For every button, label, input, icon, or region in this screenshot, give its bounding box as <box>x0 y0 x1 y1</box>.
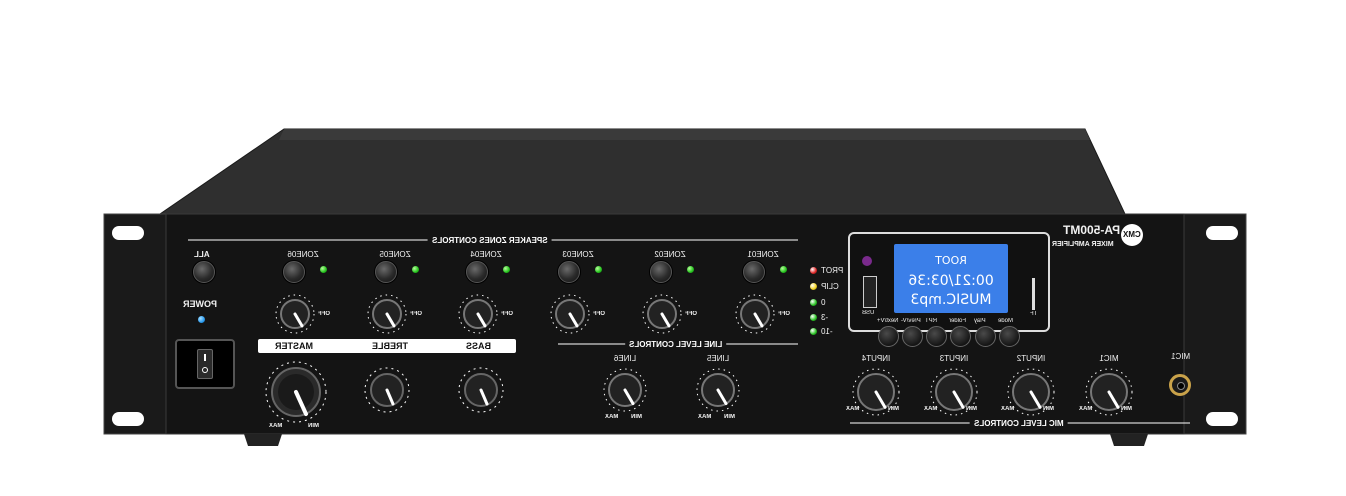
zone-label: ZONE02 <box>654 250 686 259</box>
zone-select-button[interactable] <box>375 261 397 283</box>
zone-led <box>320 266 327 273</box>
player-button-label: Play <box>974 318 986 324</box>
zone-off-label: OFF <box>410 311 422 317</box>
zone-select-button[interactable] <box>558 261 580 283</box>
indicator-led <box>810 314 817 321</box>
player-button-label: Prev/V- <box>901 318 921 324</box>
zone-label: ZONE05 <box>379 250 411 259</box>
player-button[interactable] <box>902 326 923 347</box>
lcd-folder-line: ROOT <box>935 254 967 267</box>
all-zones-button[interactable] <box>193 261 215 283</box>
mic-channel-label: INPUT3 <box>939 354 969 363</box>
lcd-time-line: 00:21/03:36 <box>908 273 994 289</box>
master-label: MASTER <box>275 341 313 351</box>
lcd-display: ROOT 00:21/03:36 MUSIC.mp3 <box>894 244 1008 313</box>
zone-select-button[interactable] <box>466 261 488 283</box>
section-lines <box>188 239 1190 424</box>
lcd-track-line: MUSIC.mp3 <box>910 292 992 308</box>
player-button[interactable] <box>999 326 1020 347</box>
mic-level-section-label: MIC LEVEL CONTROLS <box>970 419 1068 428</box>
line-max-label: MAX <box>605 414 619 420</box>
mic-max-label: MAX <box>1079 406 1093 412</box>
treble-label: TREBLE <box>372 341 408 351</box>
zone-off-label: OFF <box>593 311 605 317</box>
zone-led <box>780 266 787 273</box>
master-knob[interactable] <box>258 356 334 432</box>
treble-knob[interactable] <box>362 366 412 416</box>
master-min-label: MIN <box>308 423 319 429</box>
zone-volume-knob[interactable] <box>365 292 409 336</box>
mic-max-label: MAX <box>846 406 860 412</box>
mic-min-label: MIN <box>966 406 977 412</box>
zone-led <box>595 266 602 273</box>
line-level-knob[interactable] <box>694 366 742 414</box>
bass-knob[interactable] <box>456 366 506 416</box>
mic-min-label: MIN <box>888 406 899 412</box>
zone-label: ZONE01 <box>747 250 779 259</box>
line-min-label: MIN <box>724 414 735 420</box>
indicator-label: PROT <box>821 266 844 275</box>
line-min-label: MIN <box>631 414 642 420</box>
mic-jack-input[interactable] <box>1169 374 1191 396</box>
zone-off-label: OFF <box>685 311 697 317</box>
zone-volume-knob[interactable] <box>456 292 500 336</box>
zone-off-label: OFF <box>501 311 513 317</box>
mic-max-label: MAX <box>1001 406 1015 412</box>
player-button[interactable] <box>975 326 996 347</box>
zone-led <box>412 266 419 273</box>
zone-label: ZONE03 <box>562 250 594 259</box>
mic-max-label: MAX <box>924 406 938 412</box>
player-button-label: Next/V+ <box>877 318 899 324</box>
speaker-zones-section-label: SPEAKER ZONES CONTROLS <box>428 236 552 245</box>
ir-sensor-icon <box>862 256 872 266</box>
mic-min-label: MIN <box>1043 406 1054 412</box>
mixer-amplifier-photo: CMX PA-500MT MIXER AMPLIFIER POWER SPEAK… <box>0 0 1346 496</box>
master-max-label: MAX <box>269 423 283 429</box>
bass-label: BASS <box>466 341 492 351</box>
mic-channel-label: INPUT2 <box>1016 354 1046 363</box>
line-channel-label: LINE5 <box>706 354 730 363</box>
zone-volume-knob[interactable] <box>640 292 684 336</box>
player-button[interactable] <box>926 326 947 347</box>
indicator-led <box>810 267 817 274</box>
indicator-label: 0 <box>821 298 826 307</box>
line-level-knob[interactable] <box>601 366 649 414</box>
player-button[interactable] <box>878 326 899 347</box>
indicator-label: CLIP <box>821 282 839 291</box>
zone-select-button[interactable] <box>743 261 765 283</box>
zone-led <box>503 266 510 273</box>
zone-off-label: OFF <box>778 311 790 317</box>
indicator-label: -10 <box>821 327 833 336</box>
indicator-led <box>810 299 817 306</box>
mic-min-label: MIN <box>1121 406 1132 412</box>
zone-volume-knob[interactable] <box>733 292 777 336</box>
zone-label: ZONE04 <box>470 250 502 259</box>
line-level-section-label: LINE LEVEL CONTROLS <box>625 340 727 349</box>
line-max-label: MAX <box>698 414 712 420</box>
usb-label: USB <box>862 310 875 316</box>
zone-select-button[interactable] <box>283 261 305 283</box>
player-button-label: Folder <box>949 318 967 324</box>
zone-label: ZONE06 <box>287 250 319 259</box>
zone-volume-knob[interactable] <box>548 292 592 336</box>
indicator-label: -3 <box>821 313 829 322</box>
zone-off-label: OFF <box>318 311 330 317</box>
zone-led <box>687 266 694 273</box>
mic-channel-label: MIC1 <box>1099 354 1119 363</box>
mic-channel-label: INPUT4 <box>861 354 891 363</box>
indicator-led <box>810 283 817 290</box>
usb-port[interactable] <box>863 276 877 308</box>
zone-volume-knob[interactable] <box>273 292 317 336</box>
all-label: ALL <box>194 250 210 259</box>
player-button[interactable] <box>950 326 971 347</box>
tf-card-slot[interactable] <box>1032 278 1035 310</box>
player-button-label: Mode <box>998 318 1014 324</box>
indicator-led <box>810 328 817 335</box>
zone-select-button[interactable] <box>650 261 672 283</box>
tf-label: TF <box>1030 311 1038 317</box>
mic-jack-label: MIC1 <box>1171 352 1191 361</box>
player-button-label: RPT <box>925 318 937 324</box>
line-channel-label: LINE6 <box>613 354 637 363</box>
